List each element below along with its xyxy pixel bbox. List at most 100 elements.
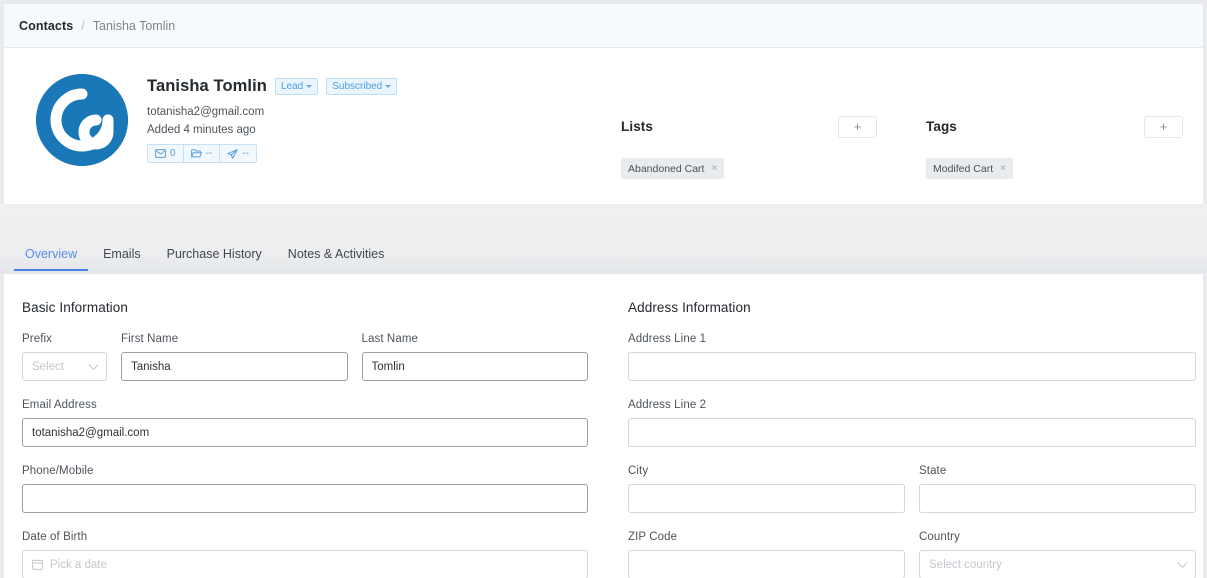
tag-chip[interactable]: Modifed Cart × bbox=[926, 158, 1013, 179]
subscription-status-label: Subscribed bbox=[332, 80, 383, 92]
zip-code-label: ZIP Code bbox=[628, 531, 678, 543]
city-input[interactable] bbox=[628, 484, 905, 513]
tags-panel-header: Tags + bbox=[926, 116, 1183, 144]
address-line-1-label: Address Line 1 bbox=[628, 333, 707, 345]
page-title: Tanisha Tomlin bbox=[147, 76, 267, 95]
country-field-group: Country Select country bbox=[919, 531, 1196, 578]
phone-input[interactable] bbox=[22, 484, 588, 513]
basic-information-title: Basic Information bbox=[22, 300, 128, 315]
phone-label: Phone/Mobile bbox=[22, 465, 94, 477]
tag-chip-label: Modifed Cart bbox=[933, 162, 994, 175]
stat-emails-value: 0 bbox=[170, 148, 176, 159]
date-of-birth-picker[interactable]: Pick a date bbox=[22, 550, 588, 578]
address1-row: Address Line 1 bbox=[628, 333, 1196, 381]
country-label: Country bbox=[919, 531, 960, 543]
last-name-field-group: Last Name bbox=[361, 333, 588, 381]
basic-information-section: Basic Information Prefix Select First Na… bbox=[22, 300, 588, 578]
tab-notes-activities[interactable]: Notes & Activities bbox=[275, 247, 398, 271]
close-icon[interactable]: × bbox=[1000, 163, 1006, 174]
prefix-select[interactable]: Select bbox=[22, 352, 107, 381]
lead-status-label: Lead bbox=[280, 80, 304, 92]
state-input[interactable] bbox=[919, 484, 1196, 513]
zip-field-group: ZIP Code bbox=[628, 531, 905, 578]
tags-panel: Tags + Modifed Cart × bbox=[926, 116, 1183, 179]
prefix-field-group: Prefix Select bbox=[22, 333, 107, 381]
avatar bbox=[36, 74, 128, 166]
gravatar-logo-icon bbox=[36, 74, 128, 166]
first-name-field-group: First Name bbox=[121, 333, 348, 381]
stat-clicks-value: -- bbox=[242, 148, 249, 159]
country-select[interactable]: Select country bbox=[919, 550, 1196, 578]
email-row: Email Address bbox=[22, 399, 588, 447]
contact-header-card: Tanisha Tomlin Lead Subscribed totanisha… bbox=[4, 48, 1203, 204]
tab-bar: Overview Emails Purchase History Notes &… bbox=[0, 204, 1207, 274]
lists-panel-header: Lists + bbox=[621, 116, 877, 144]
chevron-down-icon bbox=[88, 359, 99, 370]
phone-field-group: Phone/Mobile bbox=[22, 465, 588, 513]
phone-row: Phone/Mobile bbox=[22, 465, 588, 513]
dob-label: Date of Birth bbox=[22, 531, 88, 543]
chevron-down-icon bbox=[306, 85, 313, 88]
stat-opens[interactable]: -- bbox=[184, 145, 221, 162]
list-chip-label: Abandoned Cart bbox=[628, 162, 705, 175]
list-chip[interactable]: Abandoned Cart × bbox=[621, 158, 725, 179]
lead-status-dropdown[interactable]: Lead bbox=[274, 77, 319, 95]
contact-detail-page: Contacts / Tanisha Tomlin Tanisha Tomlin… bbox=[0, 0, 1207, 578]
tab-purchase-history[interactable]: Purchase History bbox=[154, 247, 275, 271]
stat-opens-value: -- bbox=[205, 148, 213, 159]
first-name-input[interactable] bbox=[121, 352, 348, 381]
add-tag-button[interactable]: + bbox=[1144, 116, 1183, 138]
contact-identity: Tanisha Tomlin Lead Subscribed totanisha… bbox=[147, 74, 398, 163]
address-line-1-input[interactable] bbox=[628, 352, 1196, 381]
close-icon[interactable]: × bbox=[711, 163, 717, 174]
name-row: Prefix Select First Name Last Name bbox=[22, 333, 588, 381]
dob-row: Date of Birth Pick a date bbox=[22, 531, 588, 578]
contact-stats: 0 -- -- bbox=[147, 144, 257, 163]
state-label: State bbox=[919, 465, 947, 477]
stat-emails[interactable]: 0 bbox=[148, 145, 184, 162]
stat-clicks[interactable]: -- bbox=[220, 145, 256, 162]
envelope-icon bbox=[155, 149, 166, 158]
date-of-birth-placeholder: Pick a date bbox=[50, 558, 107, 571]
tags-chip-row: Modifed Cart × bbox=[926, 158, 1183, 179]
address-information-title: Address Information bbox=[628, 300, 751, 315]
tab-overview[interactable]: Overview bbox=[12, 247, 90, 271]
email-field-group: Email Address bbox=[22, 399, 588, 447]
address2-row: Address Line 2 bbox=[628, 399, 1196, 447]
city-state-row: City State bbox=[628, 465, 1196, 513]
prefix-select-value: Select bbox=[32, 360, 64, 373]
address1-field-group: Address Line 1 bbox=[628, 333, 1196, 381]
zip-code-input[interactable] bbox=[628, 550, 905, 578]
overview-form-card: Basic Information Prefix Select First Na… bbox=[4, 274, 1203, 578]
breadcrumb-root-link[interactable]: Contacts bbox=[19, 19, 73, 33]
country-select-value: Select country bbox=[929, 558, 1002, 571]
first-name-label: First Name bbox=[121, 333, 179, 345]
chevron-down-icon bbox=[1177, 557, 1188, 568]
last-name-label: Last Name bbox=[361, 333, 419, 345]
address-line-2-label: Address Line 2 bbox=[628, 399, 707, 411]
state-field-group: State bbox=[919, 465, 1196, 513]
tab-emails[interactable]: Emails bbox=[90, 247, 154, 271]
contact-name-row: Tanisha Tomlin Lead Subscribed bbox=[147, 74, 398, 98]
address2-field-group: Address Line 2 bbox=[628, 399, 1196, 447]
zip-country-row: ZIP Code Country Select country bbox=[628, 531, 1196, 578]
add-list-button[interactable]: + bbox=[838, 116, 877, 138]
breadcrumb: Contacts / Tanisha Tomlin bbox=[4, 4, 1203, 48]
breadcrumb-separator: / bbox=[81, 18, 85, 33]
city-label: City bbox=[628, 465, 649, 477]
paper-plane-icon bbox=[227, 148, 238, 159]
dob-field-group: Date of Birth Pick a date bbox=[22, 531, 588, 578]
lists-chip-row: Abandoned Cart × bbox=[621, 158, 877, 179]
breadcrumb-current-item: Tanisha Tomlin bbox=[92, 18, 176, 33]
email-input[interactable] bbox=[22, 418, 588, 447]
tags-panel-title: Tags bbox=[926, 119, 957, 134]
address-line-2-input[interactable] bbox=[628, 418, 1196, 447]
last-name-input[interactable] bbox=[361, 352, 588, 381]
calendar-icon bbox=[32, 559, 43, 570]
address-information-section: Address Information Address Line 1 Addre… bbox=[628, 300, 1196, 578]
subscription-status-dropdown[interactable]: Subscribed bbox=[326, 77, 398, 95]
contact-email: totanisha2@gmail.com bbox=[147, 106, 265, 118]
chevron-down-icon bbox=[385, 85, 392, 88]
prefix-label: Prefix bbox=[22, 333, 52, 345]
city-field-group: City bbox=[628, 465, 905, 513]
